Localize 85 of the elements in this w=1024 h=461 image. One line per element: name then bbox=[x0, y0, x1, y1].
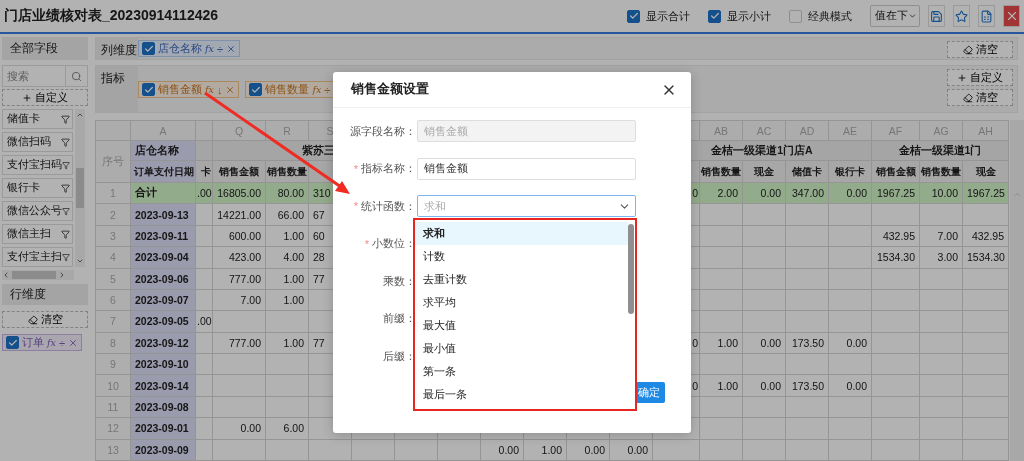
form-label: 后缀： bbox=[383, 348, 416, 364]
chevron-down-icon bbox=[908, 11, 917, 21]
required-mark: * bbox=[364, 237, 369, 250]
filter-icon[interactable] bbox=[61, 114, 70, 124]
option-label: 显示小计 bbox=[727, 8, 771, 24]
remove-icon[interactable] bbox=[225, 43, 236, 54]
field-item[interactable]: 储值卡 bbox=[2, 109, 73, 129]
spreadsheet-file-icon bbox=[980, 9, 993, 23]
eraser-icon bbox=[962, 44, 973, 55]
field-item[interactable]: 微信公众号 bbox=[2, 201, 73, 221]
checkbox[interactable] bbox=[142, 83, 155, 96]
panel-heading: 行维度 bbox=[2, 284, 88, 305]
clear-button[interactable]: 清空 bbox=[947, 41, 1013, 58]
star-button[interactable] bbox=[953, 5, 970, 27]
scroll-right-icon[interactable] bbox=[58, 271, 66, 279]
filter-icon[interactable] bbox=[62, 206, 70, 216]
plus-icon bbox=[22, 92, 32, 103]
field-item[interactable]: 支付宝主扫 bbox=[2, 247, 73, 267]
form-label: 指标名称： bbox=[361, 161, 416, 176]
add-custom-button[interactable]: 自定义 bbox=[2, 89, 88, 106]
filter-icon[interactable] bbox=[61, 229, 70, 239]
chip-label: 订单 bbox=[22, 335, 44, 350]
clear-button[interactable]: 清空 bbox=[947, 89, 1013, 106]
field-chip[interactable]: 店仓名称 fx ÷ bbox=[138, 40, 240, 57]
eraser-icon bbox=[962, 92, 973, 103]
filter-icon[interactable] bbox=[61, 183, 70, 193]
value-position-select[interactable]: 值在下 bbox=[870, 5, 920, 27]
form-label: 小数位： bbox=[372, 236, 416, 251]
checkbox[interactable] bbox=[249, 83, 263, 96]
search-icon bbox=[71, 70, 82, 82]
checkbox[interactable] bbox=[142, 42, 155, 55]
option-label: 经典模式 bbox=[808, 8, 852, 24]
formula-mark[interactable]: fx bbox=[47, 337, 56, 348]
panel-heading: 全部字段 bbox=[2, 37, 88, 60]
form-label: 源字段名称： bbox=[350, 123, 416, 139]
field-item[interactable]: 微信主扫 bbox=[2, 224, 73, 244]
scrollbar[interactable] bbox=[628, 224, 634, 314]
save-icon bbox=[930, 9, 943, 23]
field-item[interactable]: 微信扫码 bbox=[2, 132, 73, 152]
window-title: 门店业绩核对表_20230914112426 bbox=[4, 7, 220, 25]
add-custom-button[interactable]: 自定义 bbox=[947, 69, 1013, 86]
order-mark[interactable]: ÷ bbox=[58, 336, 65, 349]
dropdown-option[interactable]: 求和 bbox=[415, 222, 628, 245]
scrollbar[interactable] bbox=[75, 109, 85, 267]
plus-icon bbox=[957, 72, 967, 83]
required-mark: * bbox=[353, 162, 358, 175]
checkbox[interactable] bbox=[708, 9, 721, 23]
form-label: 乘数： bbox=[383, 273, 416, 289]
input-field[interactable]: 销售金额 bbox=[417, 157, 636, 180]
filter-icon[interactable] bbox=[61, 137, 70, 147]
scroll-down-icon[interactable] bbox=[76, 257, 84, 265]
chip-label: 销售金额 bbox=[158, 82, 202, 97]
scroll-thumb[interactable] bbox=[12, 271, 56, 279]
checkbox[interactable] bbox=[6, 336, 19, 349]
clear-button[interactable]: 清空 bbox=[2, 311, 88, 328]
field-item[interactable]: 银行卡 bbox=[2, 178, 73, 198]
filter-icon[interactable] bbox=[62, 160, 70, 170]
chip-label: 销售数量 bbox=[265, 82, 310, 97]
formula-mark[interactable]: fx bbox=[205, 43, 214, 54]
scrollbar[interactable] bbox=[1010, 120, 1024, 461]
form-label: 统计函数： bbox=[361, 198, 416, 214]
scroll-up-icon[interactable] bbox=[76, 111, 84, 119]
remove-icon[interactable] bbox=[67, 337, 78, 348]
search-button[interactable] bbox=[66, 65, 88, 87]
form-label: 前缀： bbox=[383, 311, 416, 326]
scroll-left-icon[interactable] bbox=[2, 271, 10, 279]
section-label: 列维度 bbox=[96, 38, 138, 59]
star-icon bbox=[955, 9, 968, 23]
horizontal-scrollbar[interactable] bbox=[2, 270, 74, 280]
option-label: 显示合计 bbox=[646, 8, 690, 24]
order-mark[interactable]: ÷ bbox=[216, 42, 223, 55]
field-chip[interactable]: 订单 fx ÷ bbox=[2, 334, 82, 351]
chip-label: 店仓名称 bbox=[158, 41, 202, 56]
section-label: 指标 bbox=[96, 66, 138, 112]
scroll-thumb[interactable] bbox=[76, 168, 84, 208]
save-button[interactable] bbox=[928, 5, 945, 27]
field-item[interactable]: 支付宝扫码 bbox=[2, 155, 73, 175]
dialog-title: 销售金额设置 bbox=[351, 81, 429, 98]
eraser-icon bbox=[27, 314, 38, 325]
remove-icon[interactable] bbox=[225, 84, 236, 95]
filter-icon[interactable] bbox=[62, 252, 70, 262]
checkbox[interactable] bbox=[627, 9, 640, 23]
required-mark: * bbox=[353, 200, 358, 212]
export-button[interactable] bbox=[978, 5, 995, 27]
search-field[interactable]: 搜索 bbox=[2, 65, 66, 87]
